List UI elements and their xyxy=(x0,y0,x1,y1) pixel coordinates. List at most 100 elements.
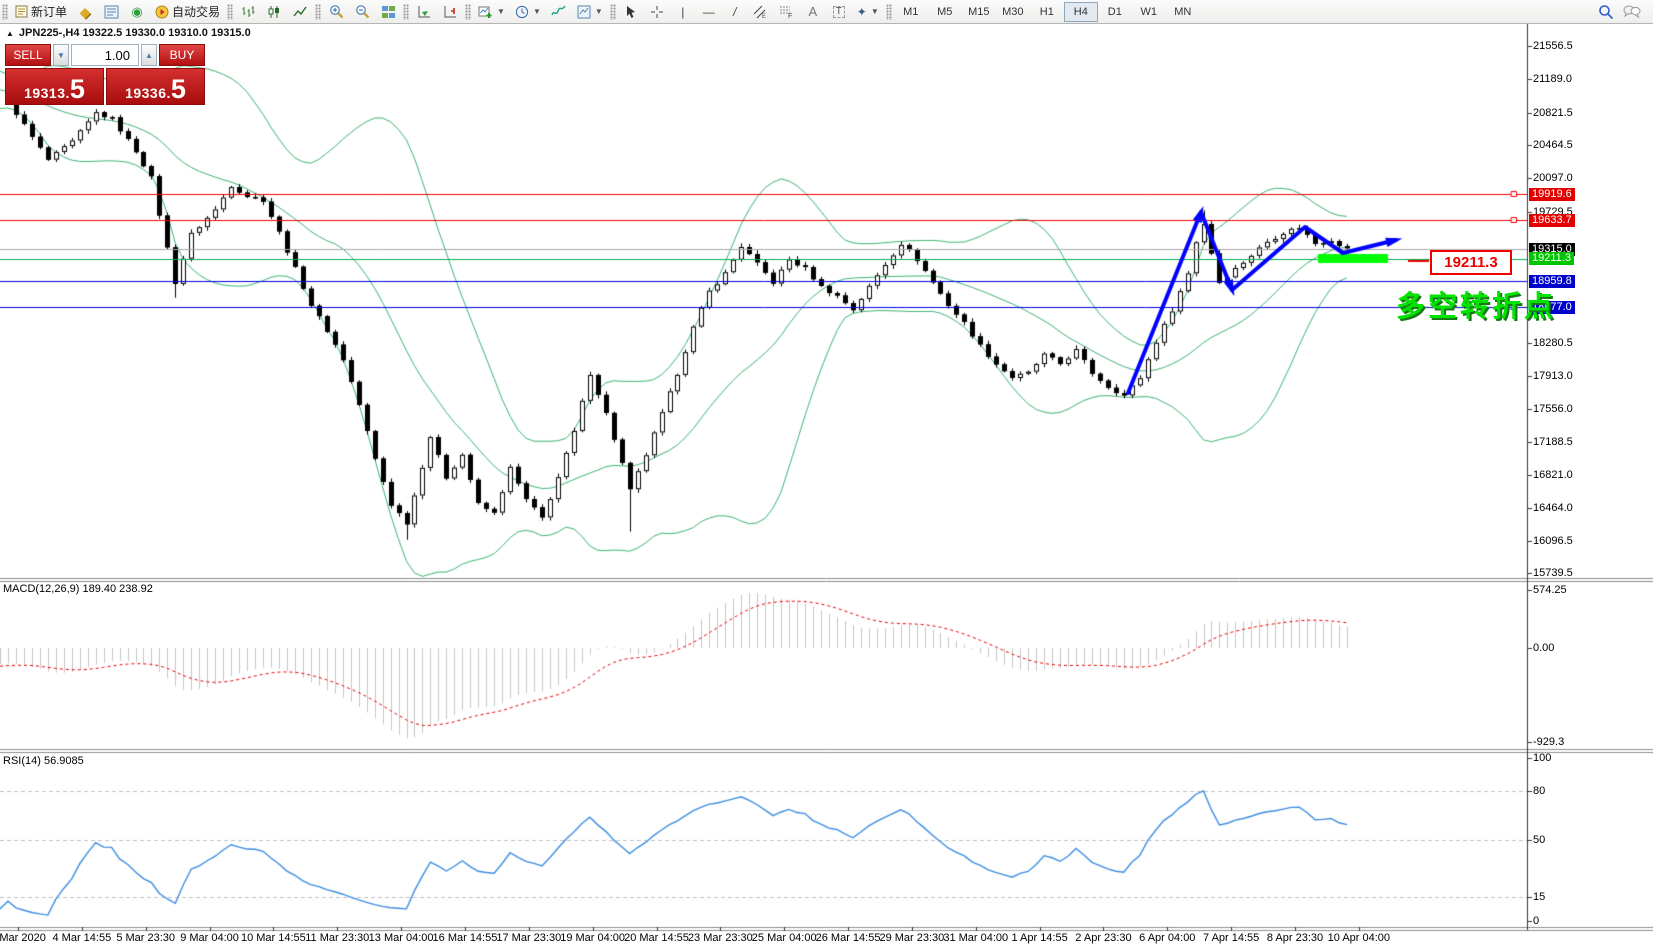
chart-canvas[interactable] xyxy=(0,0,1653,948)
hline-icon: — xyxy=(702,4,715,19)
price-callout-box[interactable]: 19211.3 xyxy=(1430,250,1512,275)
chinese-annotation[interactable]: 多空转折点 xyxy=(1396,283,1556,325)
time-axis-label: 23 Mar 23:30 xyxy=(687,932,753,944)
new-chart-icon xyxy=(478,6,492,18)
collapse-icon[interactable]: ▲ xyxy=(6,29,14,38)
community-chat-button[interactable] xyxy=(1619,1,1645,23)
search-icon xyxy=(1599,4,1614,19)
time-axis-label: 17 Mar 23:30 xyxy=(496,932,562,944)
timeframe-H1[interactable]: H1 xyxy=(1030,2,1064,22)
fibonacci-button[interactable]: F xyxy=(774,1,800,23)
macd-axis-tick: -929.3 xyxy=(1533,736,1565,748)
tile-windows-button[interactable] xyxy=(375,1,401,23)
autotrade-button[interactable]: 自动交易 xyxy=(150,1,225,23)
ask-pip-digit: 5 xyxy=(170,74,186,105)
timeframe-M1[interactable]: M1 xyxy=(894,2,928,22)
zoom-in-button[interactable] xyxy=(323,1,349,23)
chat-bubbles-icon xyxy=(1623,5,1641,19)
text-label-button[interactable]: T xyxy=(826,1,852,23)
text-icon: A xyxy=(808,4,818,19)
vertical-line-button[interactable]: | xyxy=(670,1,696,23)
volume-decrease-button[interactable]: ▼ xyxy=(53,44,69,66)
vline-icon: | xyxy=(681,4,685,19)
ask-main-digits: 19336. xyxy=(125,85,171,101)
price-axis-tick: 21189.0 xyxy=(1533,73,1572,86)
rsi-axis-tick: 100 xyxy=(1533,752,1552,764)
trendline-button[interactable]: / xyxy=(722,1,748,23)
dropdown-icon: ▼ xyxy=(497,7,505,16)
tile-windows-icon xyxy=(381,5,395,18)
market-watch-button[interactable] xyxy=(98,1,124,23)
time-axis-label: 11 Mar 23:30 xyxy=(305,932,370,944)
toolbar-grip[interactable] xyxy=(609,3,616,20)
timeframe-W1[interactable]: W1 xyxy=(1132,2,1166,22)
volume-input[interactable]: 1.00 xyxy=(71,44,139,66)
dropdown-icon: ▼ xyxy=(870,7,879,16)
toolbar-grip[interactable] xyxy=(885,3,892,20)
line-chart-icon xyxy=(292,6,307,16)
buy-button[interactable]: BUY xyxy=(159,44,205,66)
new-order-button[interactable]: 新订单 xyxy=(10,1,72,23)
timeframe-H4[interactable]: H4 xyxy=(1063,1,1098,22)
time-axis-label: 20 Mar 14:55 xyxy=(624,932,689,944)
timeframe-MN[interactable]: MN xyxy=(1166,2,1200,22)
time-axis-label: 26 Mar 14:55 xyxy=(815,932,881,944)
dropdown-icon: ▼ xyxy=(532,7,541,16)
time-axis-label: 31 Mar 04:00 xyxy=(943,932,1009,944)
time-axis-label: 3 Mar 2020 xyxy=(0,932,46,944)
crosshair-button[interactable] xyxy=(644,1,670,23)
time-axis-label: 2 Apr 23:30 xyxy=(1075,932,1132,944)
price-axis-tick: 16821.0 xyxy=(1533,469,1573,482)
timeframe-D1[interactable]: D1 xyxy=(1098,2,1132,22)
time-axis-label: 19 Mar 04:00 xyxy=(560,932,626,944)
toolbar-grip[interactable] xyxy=(227,3,234,20)
timeframe-M30[interactable]: M30 xyxy=(996,2,1030,22)
time-axis-label: 16 Mar 14:55 xyxy=(432,932,498,944)
zoom-out-button[interactable] xyxy=(349,1,375,23)
templates-icon xyxy=(577,5,591,18)
toolbar-grip[interactable] xyxy=(315,3,322,20)
price-axis-tick: 20097.0 xyxy=(1533,172,1573,185)
channel-button[interactable]: E xyxy=(748,1,774,23)
candlestick-button[interactable] xyxy=(261,1,287,23)
auto-scroll-button[interactable] xyxy=(411,1,437,23)
timeframe-M15[interactable]: M15 xyxy=(962,2,996,22)
zoom-out-icon xyxy=(355,5,369,19)
toolbar-grip[interactable] xyxy=(2,3,8,20)
ask-price-display[interactable]: 19336. 5 xyxy=(106,68,205,105)
price-line-label: 19919.6 xyxy=(1529,187,1575,201)
price-axis-tick: 17556.0 xyxy=(1533,402,1573,415)
line-chart-button[interactable] xyxy=(287,1,313,23)
text-button[interactable]: A xyxy=(800,1,826,23)
toolbar-grip[interactable] xyxy=(465,3,472,20)
chart-shift-button[interactable] xyxy=(437,1,463,23)
indicators-button[interactable] xyxy=(546,1,572,23)
search-button[interactable] xyxy=(1593,1,1619,23)
timeframe-M5[interactable]: M5 xyxy=(928,2,962,22)
rsi-axis-tick: 50 xyxy=(1533,833,1546,846)
arrows-button[interactable]: ✦ ▼ xyxy=(852,1,884,23)
text-label-icon: T xyxy=(832,5,845,18)
toolbar-grip[interactable] xyxy=(403,3,410,20)
bar-chart-button[interactable] xyxy=(235,1,261,23)
volume-increase-button[interactable]: ▲ xyxy=(141,44,157,66)
rsi-label: RSI(14) 56.9085 xyxy=(3,755,84,767)
cursor-button[interactable] xyxy=(618,1,644,23)
signal-button[interactable]: ◉ xyxy=(124,1,150,23)
templates-button[interactable]: ▼ xyxy=(572,1,608,23)
price-line-label: 19633.7 xyxy=(1529,213,1575,227)
bid-pip-digit: 5 xyxy=(69,74,85,105)
sell-button[interactable]: SELL xyxy=(5,44,51,66)
horizontal-line-button[interactable]: — xyxy=(696,1,722,23)
autotrade-label: 自动交易 xyxy=(172,5,221,19)
crosshair-icon xyxy=(650,5,663,18)
mt4-window: 新订单 ◆ ◉ 自动交易 ▼ ▼ ▼ | — / E F A T ✦ ▼ M1 … xyxy=(0,0,1653,948)
new-order-icon xyxy=(15,5,28,18)
bid-price-display[interactable]: 19313. 5 xyxy=(5,68,104,105)
bid-main-digits: 19313. xyxy=(24,85,70,101)
periods-button[interactable]: ▼ xyxy=(510,1,546,23)
new-chart-button[interactable]: ▼ xyxy=(473,1,510,23)
svg-text:E: E xyxy=(762,14,766,19)
arrows-icon: ✦ xyxy=(856,4,867,19)
history-center-button[interactable]: ◆ xyxy=(72,1,98,23)
